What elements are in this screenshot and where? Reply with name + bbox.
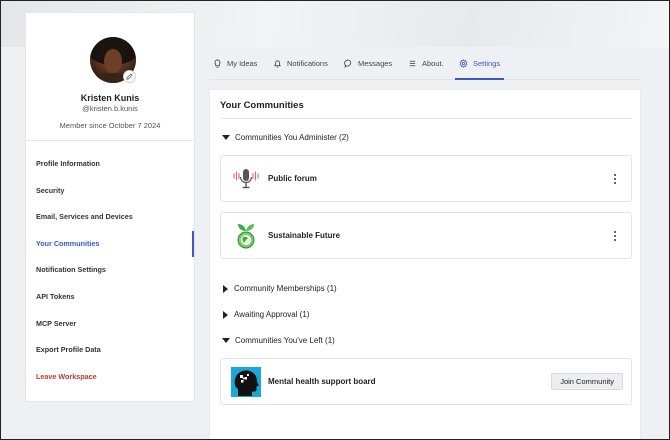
member-since: Member since October 7 2024 [59,121,161,130]
caret-down-icon [222,338,230,343]
lightbulb-icon [214,58,221,68]
bell-icon [273,59,282,68]
tab-my-ideas[interactable]: My Ideas [213,47,257,79]
user-handle: @kristen.b.kunis [82,104,138,113]
sidebar-item-export-profile-data[interactable]: Export Profile Data [26,337,194,364]
page-title: Your Communities [220,100,304,111]
sidebar-divider [26,140,194,141]
pencil-icon [126,73,133,80]
caret-down-icon [222,135,230,140]
caret-right-icon [223,310,228,319]
list-icon [409,60,416,66]
tab-label: About. [422,58,444,68]
title-divider [220,118,632,119]
community-card[interactable]: Sustainable Future [220,212,632,259]
community-name: Mental health support board [268,377,376,386]
section-awaiting-toggle[interactable]: Awaiting Approval (1) [222,310,309,319]
communities-panel: Your Communities Communities You Adminis… [209,89,641,439]
community-card[interactable]: Mental health support board Join Communi… [220,358,632,405]
section-label: Community Memberships (1) [234,284,337,293]
tab-notifications[interactable]: Notifications [273,47,328,79]
community-name: Public forum [268,174,317,183]
sidebar-item-leave-workspace[interactable]: Leave Workspace [26,364,194,391]
more-options-icon[interactable] [613,231,617,241]
app-window: Kristen Kunis @kristen.b.kunis Member si… [0,0,670,440]
section-label: Communities You Administer (2) [235,133,349,142]
profile-sidebar: Kristen Kunis @kristen.b.kunis Member si… [25,12,195,402]
head-puzzle-icon [231,367,261,397]
tab-settings[interactable]: Settings [454,47,505,80]
section-administer-toggle[interactable]: Communities You Administer (2) [222,133,349,142]
top-tabs: My Ideas Notifications Messages About. S… [209,47,641,80]
microphone-icon [233,169,259,189]
avatar-container [90,37,136,83]
section-memberships-toggle[interactable]: Community Memberships (1) [222,284,337,293]
sidebar-item-security[interactable]: Security [26,178,194,205]
join-community-button[interactable]: Join Community [551,373,623,390]
sidebar-item-your-communities[interactable]: Your Communities [26,230,194,258]
sidebar-item-api-tokens[interactable]: API Tokens [26,284,194,311]
tab-label: My Ideas [227,58,258,68]
tab-label: Notifications [287,58,328,68]
tab-label: Messages [358,58,393,68]
caret-right-icon [223,284,228,293]
gear-icon [459,58,468,68]
section-label: Awaiting Approval (1) [234,310,310,319]
sidebar-item-mcp-server[interactable]: MCP Server [26,311,194,338]
section-label: Communities You've Left (1) [235,336,335,345]
community-name: Sustainable Future [268,231,341,240]
tab-messages[interactable]: Messages [344,47,392,79]
section-left-toggle[interactable]: Communities You've Left (1) [222,336,335,345]
sidebar-menu: Profile Information Security Email, Serv… [26,151,194,390]
more-options-icon[interactable] [613,174,617,184]
tab-about[interactable]: About. [408,47,444,79]
tab-label: Settings [473,58,501,68]
sidebar-item-email-services-devices[interactable]: Email, Services and Devices [26,204,194,231]
user-name: Kristen Kunis [80,93,140,103]
sidebar-item-notification-settings[interactable]: Notification Settings [26,257,194,284]
sidebar-item-profile-information[interactable]: Profile Information [26,151,194,178]
edit-avatar-button[interactable] [123,70,136,83]
chat-bubble-icon [344,59,352,68]
globe-leaf-icon [237,224,255,249]
community-card[interactable]: Public forum [220,155,632,202]
